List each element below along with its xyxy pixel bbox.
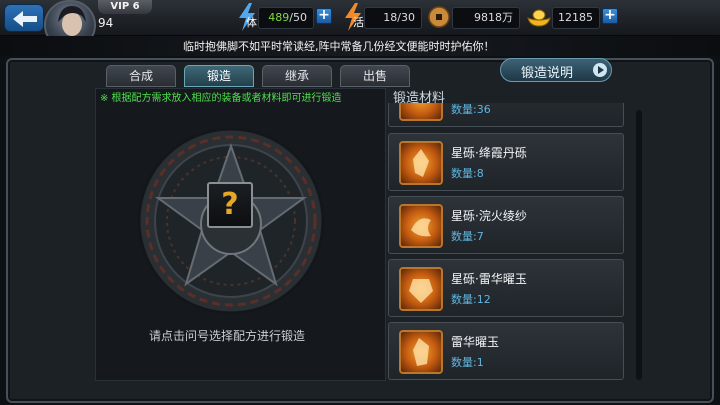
energy-counter: 18/30 bbox=[364, 7, 422, 29]
material-qty: 数量:1 bbox=[451, 356, 484, 369]
add-gold-button[interactable]: + bbox=[602, 8, 618, 24]
stamina-counter: 489/50 bbox=[258, 7, 314, 29]
materials-list[interactable]: 数量:36 星砾·绛霞丹砾 数量:8 星砾·浣火绫纱 数量:7 星砾·雷华曜玉 … bbox=[386, 103, 638, 383]
material-item[interactable]: 星砾·雷华曜玉 数量:12 bbox=[388, 259, 624, 317]
recipe-select-slot[interactable]: ? bbox=[207, 182, 253, 228]
material-icon bbox=[399, 330, 443, 374]
stamina-current: 489 bbox=[268, 11, 290, 24]
material-icon bbox=[399, 267, 443, 311]
material-icon bbox=[399, 204, 443, 248]
play-arrow-icon bbox=[593, 63, 607, 77]
add-stamina-button[interactable]: + bbox=[316, 8, 332, 24]
energy-icon-label: 活 bbox=[353, 16, 364, 29]
material-item[interactable]: 星砾·绛霞丹砾 数量:8 bbox=[388, 133, 624, 191]
materials-scrollbar[interactable] bbox=[636, 110, 642, 380]
material-qty: 数量:7 bbox=[451, 230, 484, 243]
coin-icon bbox=[428, 6, 450, 28]
question-mark-icon: ? bbox=[221, 187, 239, 222]
crystal-icon bbox=[413, 149, 429, 177]
material-name: 雷华曜玉 bbox=[451, 335, 500, 349]
material-name: 星砾·雷华曜玉 bbox=[451, 272, 527, 286]
scrolling-notice: 临时抱佛脚不如平时常读经,阵中常备几份经文便能时时护佑你！ bbox=[183, 40, 495, 53]
gold-ingot-icon bbox=[527, 9, 551, 27]
material-qty: 数量:36 bbox=[451, 103, 491, 116]
forge-help-label: 锻造说明 bbox=[521, 66, 574, 81]
forge-prompt: 请点击问号选择配方进行锻造 bbox=[149, 329, 306, 343]
tab-inherit[interactable]: 继承 bbox=[262, 65, 332, 87]
material-item[interactable]: 雷华曜玉 数量:1 bbox=[388, 322, 624, 380]
copper-counter: 9818万 bbox=[452, 7, 520, 29]
crystal-icon bbox=[413, 338, 429, 366]
gold-counter: 12185 bbox=[552, 7, 600, 29]
material-name: 星砾·浣火绫纱 bbox=[451, 209, 527, 223]
material-qty: 数量:12 bbox=[451, 293, 491, 306]
vip-badge: VIP 6 bbox=[98, 0, 152, 14]
material-item[interactable]: 数量:36 bbox=[388, 103, 624, 127]
jade-icon bbox=[409, 279, 433, 303]
material-qty: 数量:8 bbox=[451, 167, 484, 180]
tab-forge[interactable]: 锻造 bbox=[184, 65, 254, 87]
material-icon bbox=[399, 141, 443, 185]
stamina-icon-label: 体 bbox=[246, 16, 257, 29]
tab-synthesis[interactable]: 合成 bbox=[106, 65, 176, 87]
material-name: 星砾·绛霞丹砾 bbox=[451, 146, 527, 160]
tab-sell[interactable]: 出售 bbox=[340, 65, 410, 87]
forge-hint: ※ 根据配方需求放入相应的装备或者材料即可进行锻造 bbox=[100, 93, 342, 104]
back-button[interactable] bbox=[4, 4, 44, 32]
forge-help-button[interactable]: 锻造说明 bbox=[500, 58, 612, 82]
stamina-max: /50 bbox=[289, 11, 307, 24]
material-icon bbox=[399, 103, 443, 121]
back-arrow-icon bbox=[13, 11, 37, 27]
silk-icon bbox=[411, 218, 431, 237]
material-item[interactable]: 星砾·浣火绫纱 数量:7 bbox=[388, 196, 624, 254]
player-level: 94 bbox=[98, 16, 114, 30]
